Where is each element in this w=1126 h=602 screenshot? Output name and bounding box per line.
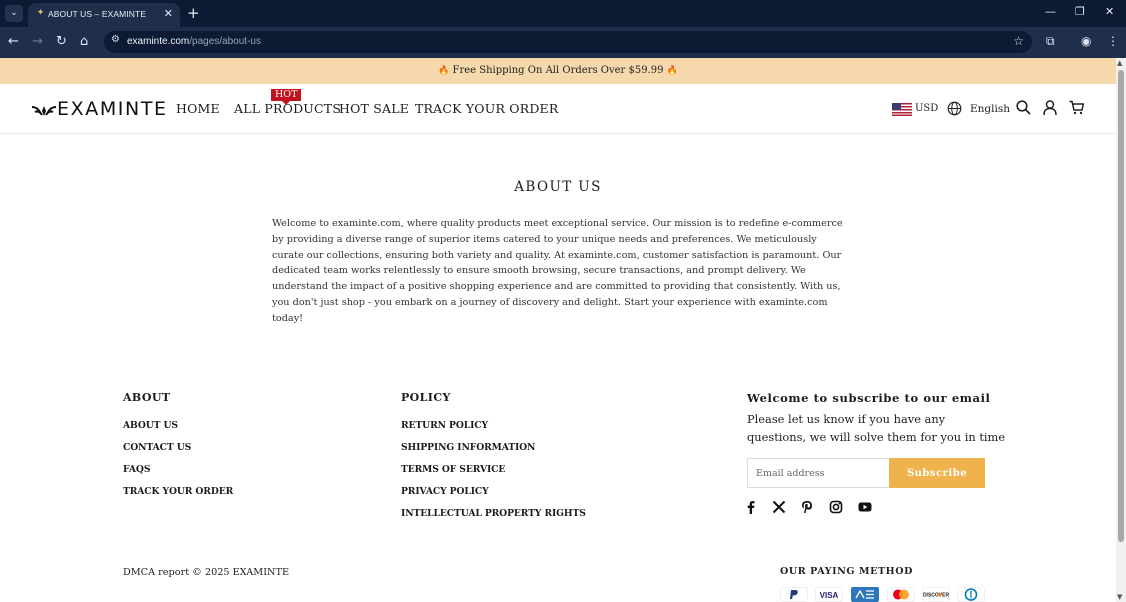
footer-link-terms[interactable]: TERMS OF SERVICE <box>401 464 505 475</box>
hot-badge: HOT <box>271 89 302 105</box>
home-icon[interactable]: ⌂ <box>80 34 88 50</box>
footer-about-heading: ABOUT <box>123 391 171 404</box>
diners-club-icon <box>957 587 985 602</box>
subscribe-heading: Welcome to subscribe to our email <box>747 391 991 405</box>
restore-button[interactable]: ❐ <box>1075 5 1085 18</box>
footer-link-return-policy[interactable]: RETURN POLICY <box>401 420 488 431</box>
announcement-text: Free Shipping On All Orders Over $59.99 <box>452 65 664 76</box>
footer-link-ip-rights[interactable]: INTELLECTUAL PROPERTY RIGHTS <box>401 508 586 519</box>
site-favicon-icon: ✦ <box>36 8 45 18</box>
footer-link-contact-us[interactable]: CONTACT US <box>123 442 191 453</box>
us-flag-icon <box>892 103 912 116</box>
browser-tab-strip: ⌄ ✦ ABOUT US – EXAMINTE ✕ + — ❐ ✕ <box>0 0 1126 27</box>
currency-label: USD <box>915 103 939 114</box>
site-settings-icon[interactable]: ⚙ <box>111 34 120 45</box>
globe-icon <box>947 101 962 116</box>
about-paragraph: Welcome to examinte.com, where quality p… <box>272 218 843 324</box>
language-label: English <box>970 103 1011 115</box>
subscribe-button[interactable]: Subscribe <box>889 458 985 488</box>
scroll-down-arrow-icon[interactable]: ▼ <box>1117 593 1122 601</box>
footer-link-shipping-info[interactable]: SHIPPING INFORMATION <box>401 442 535 453</box>
page-title: ABOUT US <box>514 179 602 195</box>
flame-icon: 🔥 <box>666 66 678 76</box>
reload-icon[interactable]: ↻ <box>56 34 67 50</box>
extensions-icon[interactable]: ⧉ <box>1046 34 1055 49</box>
close-tab-icon[interactable]: ✕ <box>164 7 173 20</box>
forward-arrow-icon[interactable]: → <box>32 34 43 50</box>
web-page: 🔥 Free Shipping On All Orders Over $59.9… <box>0 58 1116 602</box>
search-icon[interactable] <box>1016 100 1031 115</box>
nav-home[interactable]: HOME <box>176 101 220 116</box>
nav-track-order[interactable]: TRACK YOUR ORDER <box>415 101 559 116</box>
amex-icon <box>851 587 879 602</box>
url-text[interactable]: examinte.com/pages/about-us <box>127 36 261 47</box>
nav-hot-sale[interactable]: HOT SALE <box>339 101 409 116</box>
bookmark-star-icon[interactable]: ☆ <box>1013 34 1024 48</box>
browser-menu-icon[interactable]: ⋮ <box>1107 34 1119 48</box>
visa-text: VISA <box>820 591 839 600</box>
x-icon[interactable] <box>771 499 787 515</box>
instagram-icon[interactable] <box>828 499 844 515</box>
minimize-button[interactable]: — <box>1045 5 1056 18</box>
youtube-icon[interactable] <box>857 499 873 515</box>
copyright-text: DMCA report © 2025 EXAMINTE <box>123 567 290 578</box>
subscribe-text: Please let us know if you have any quest… <box>747 412 1006 444</box>
close-window-button[interactable]: ✕ <box>1105 5 1114 18</box>
email-input[interactable] <box>747 458 890 488</box>
tab-search-button[interactable]: ⌄ <box>5 5 23 22</box>
account-icon[interactable] <box>1043 100 1057 115</box>
scrollbar-thumb[interactable] <box>1118 70 1124 542</box>
facebook-icon[interactable] <box>743 499 759 515</box>
tab-title: ABOUT US – EXAMINTE <box>48 9 147 19</box>
discover-icon: DISCOVER <box>922 587 950 602</box>
browser-tab[interactable]: ✦ ABOUT US – EXAMINTE ✕ <box>28 3 180 27</box>
scroll-up-arrow-icon[interactable]: ▲ <box>1117 59 1122 67</box>
address-bar[interactable]: ⚙ examinte.com/pages/about-us ☆ <box>104 31 1032 53</box>
footer-link-track-order[interactable]: TRACK YOUR ORDER <box>123 486 233 497</box>
payment-heading: OUR PAYING METHOD <box>780 566 913 577</box>
logo-mark-icon <box>31 106 57 116</box>
mastercard-icon <box>887 587 915 602</box>
footer-link-faqs[interactable]: FAQS <box>123 464 150 475</box>
page-scrollbar[interactable]: ▲ ▼ <box>1116 58 1126 602</box>
browser-toolbar: ← → ↻ ⌂ ⚙ examinte.com/pages/about-us ☆ … <box>0 27 1126 58</box>
footer-link-about-us[interactable]: ABOUT US <box>123 420 178 431</box>
site-header: EXAMINTE HOME HOT ALL PRODUCTS HOT SALE … <box>0 84 1116 134</box>
pinterest-icon[interactable] <box>799 499 815 515</box>
footer-link-privacy[interactable]: PRIVACY POLICY <box>401 486 489 497</box>
logo-text: EXAMINTE <box>57 98 168 120</box>
announcement-bar: 🔥 Free Shipping On All Orders Over $59.9… <box>0 58 1116 84</box>
footer-policy-heading: POLICY <box>401 391 451 404</box>
paypal-icon <box>780 587 808 602</box>
flame-icon: 🔥 <box>438 66 450 76</box>
new-tab-button[interactable]: + <box>187 4 200 22</box>
discover-text: DISCOVER <box>923 593 950 599</box>
cart-icon[interactable] <box>1069 100 1084 115</box>
nav-all-products[interactable]: ALL PRODUCTS <box>234 101 341 116</box>
back-arrow-icon[interactable]: ← <box>8 34 19 50</box>
visa-icon: VISA <box>815 587 843 602</box>
profile-icon[interactable]: ◉ <box>1081 34 1091 48</box>
